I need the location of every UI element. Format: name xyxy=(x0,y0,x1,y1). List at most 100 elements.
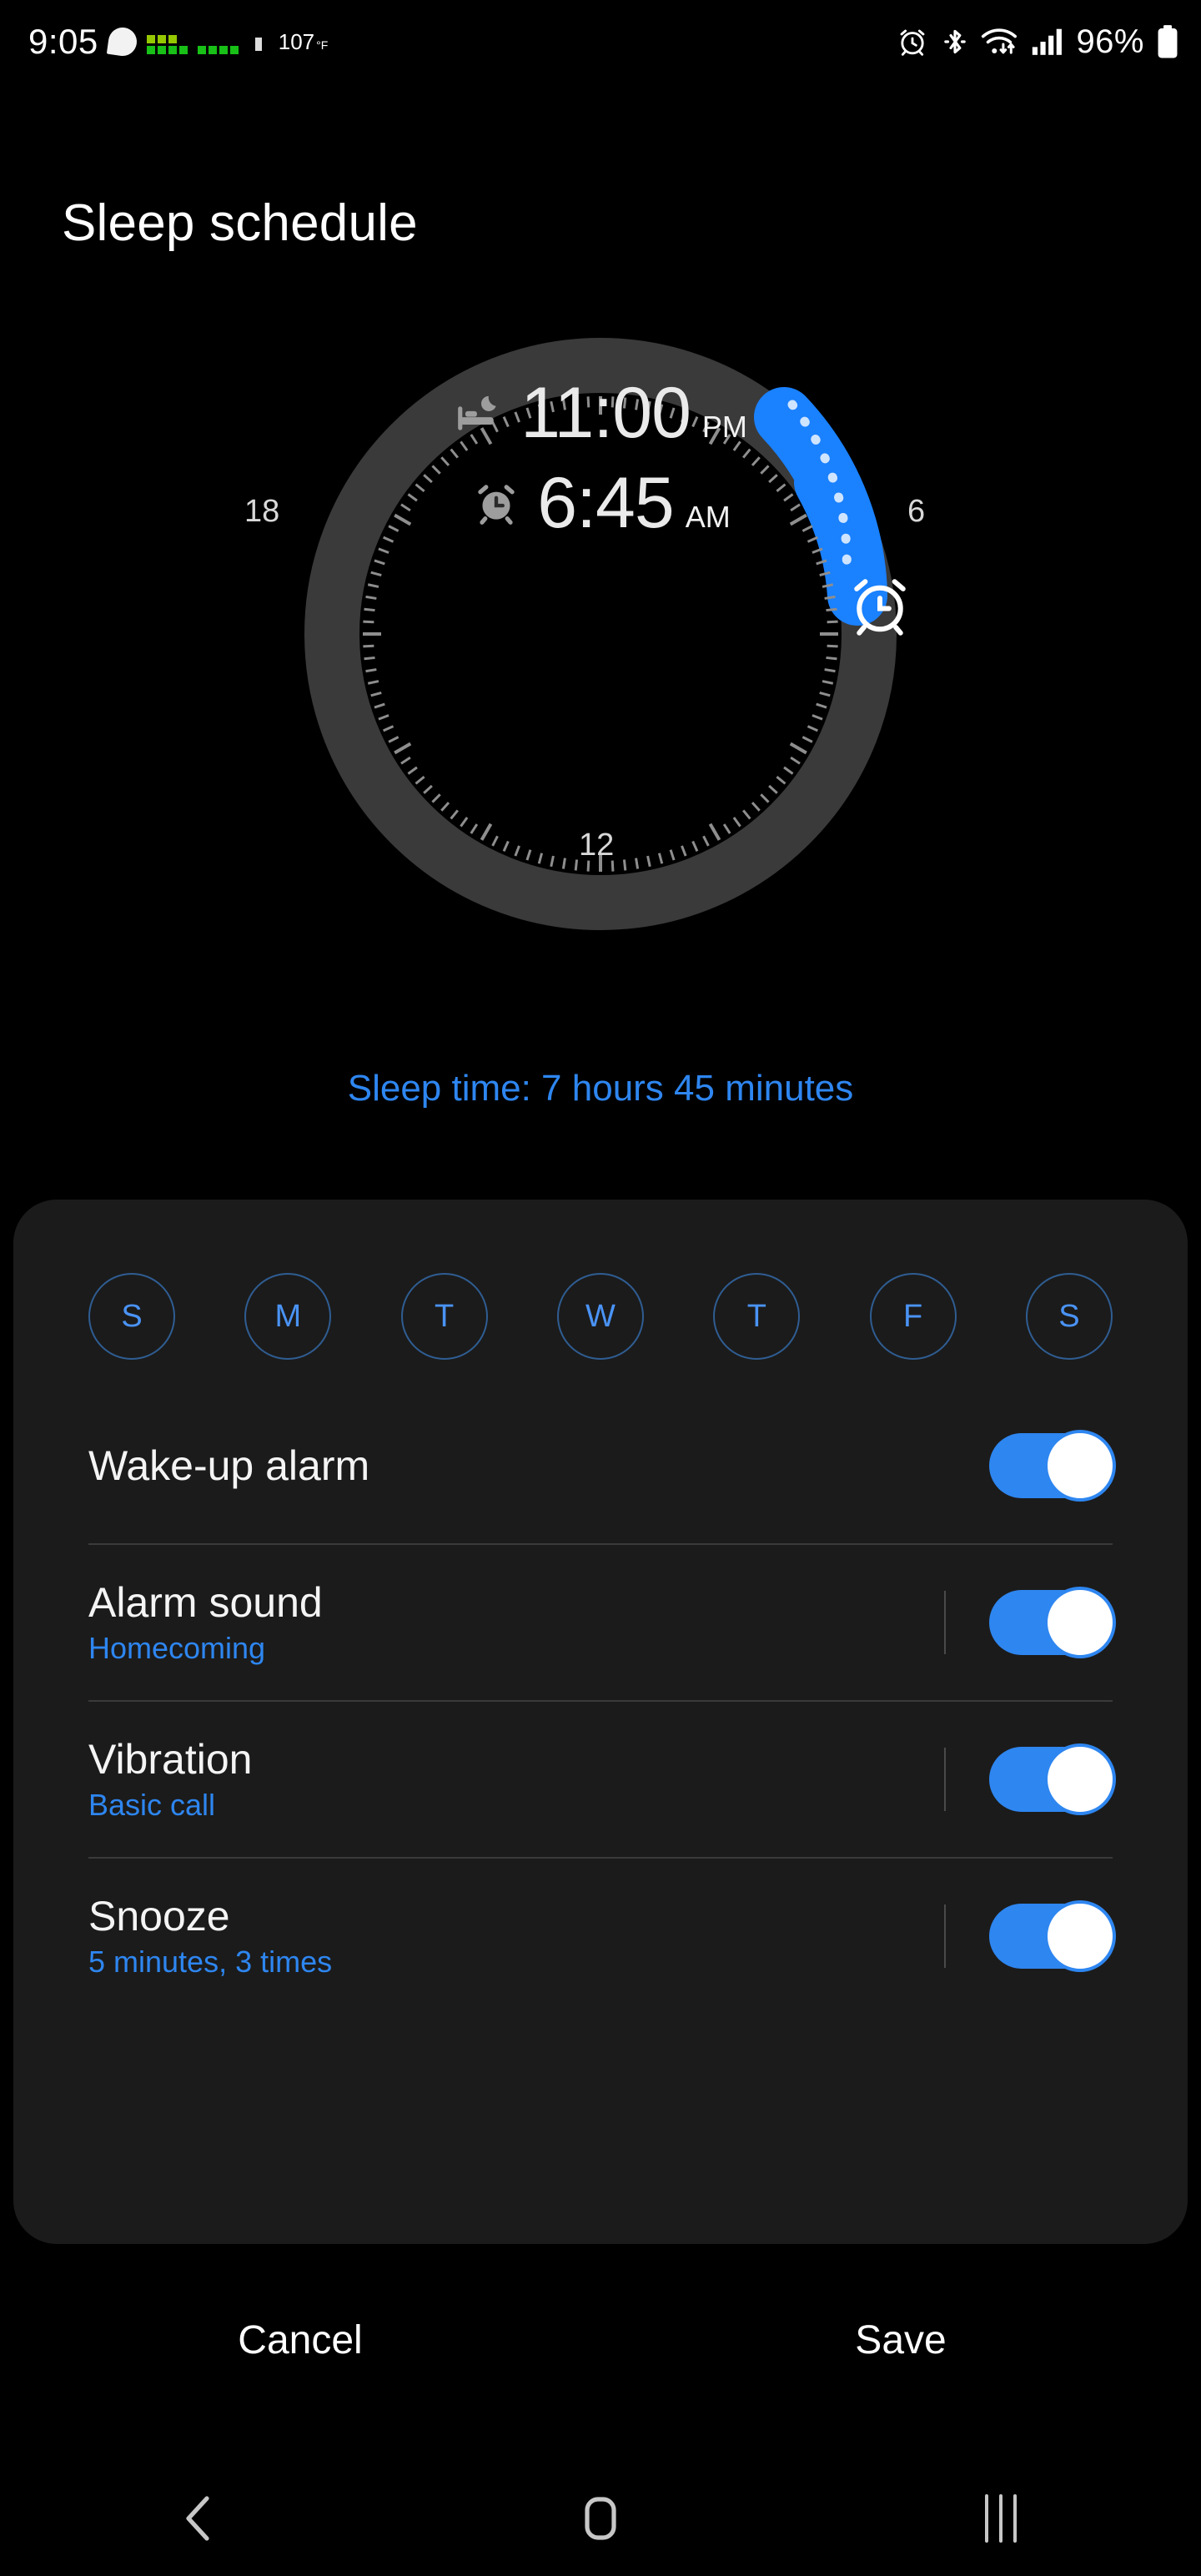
dial-tick xyxy=(827,620,838,624)
dial-tick xyxy=(742,809,751,820)
waketime-meridiem: AM xyxy=(685,500,731,534)
dial-tick xyxy=(491,835,499,847)
dial-tick xyxy=(367,583,379,588)
dial-tick xyxy=(657,853,664,864)
dial-hour-label-12: 12 xyxy=(579,828,615,863)
setting-row-snooze[interactable]: Snooze 5 minutes, 3 times xyxy=(88,1859,1116,2014)
dial-tick xyxy=(646,855,651,868)
dial-tick xyxy=(365,668,377,673)
day-chip-label: F xyxy=(903,1298,923,1334)
toggle-knob xyxy=(1044,1430,1116,1502)
dial-tick xyxy=(364,656,375,661)
setting-row-texts: Alarm sound Homecoming xyxy=(88,1581,944,1664)
status-bar-left: 9:05 107 °F xyxy=(28,22,328,62)
dial-tick xyxy=(812,714,823,721)
setting-row-vertical-divider xyxy=(944,1904,946,1968)
setting-row-alarm-sound[interactable]: Alarm sound Homecoming xyxy=(88,1545,1116,1700)
alarm-clock-handle-icon[interactable] xyxy=(842,567,917,642)
waketime-row[interactable]: 6:45 AM xyxy=(470,463,731,543)
dial-tick xyxy=(537,853,544,864)
settings-list: Wake-up alarm Alarm sound Homecoming Vibrat… xyxy=(88,1388,1116,2014)
dial-tick xyxy=(819,691,831,697)
setting-row-vertical-divider xyxy=(944,1591,946,1654)
temperature-unit: °F xyxy=(316,38,329,52)
bed-moon-icon xyxy=(458,395,496,430)
bedtime-row[interactable]: 11:00 PM xyxy=(454,377,747,449)
system-navigation-bar xyxy=(0,2461,1201,2576)
dial-tick xyxy=(681,845,687,857)
dial-tick xyxy=(374,702,385,709)
day-chip-saturday[interactable]: S xyxy=(1025,1273,1113,1360)
setting-row-toggle[interactable] xyxy=(989,1430,1116,1502)
setting-row-toggle[interactable] xyxy=(989,1900,1116,1972)
dial-tick xyxy=(824,595,836,600)
dial-tick xyxy=(378,547,389,554)
message-bubble-icon xyxy=(108,28,137,56)
dial-tick xyxy=(407,766,418,775)
battery-percent: 96% xyxy=(1076,23,1144,60)
recents-bars-icon xyxy=(985,2494,1017,2543)
dial-tick xyxy=(431,793,441,803)
dial-tick xyxy=(480,823,493,841)
dial-tick xyxy=(423,784,433,794)
setting-row-toggle[interactable] xyxy=(989,1587,1116,1658)
dial-tick xyxy=(702,835,710,847)
day-chip-friday[interactable]: F xyxy=(869,1273,957,1360)
wifi-icon xyxy=(982,28,1018,54)
battery-icon xyxy=(1158,25,1178,58)
waketime-value: 6:45 xyxy=(537,463,674,543)
alarm-icon xyxy=(901,29,925,56)
dial-tick xyxy=(807,725,818,732)
sleep-schedule-dial[interactable]: 18 6 12 11:00 PM 6:45 AM xyxy=(125,317,1076,984)
dial-tick xyxy=(514,845,520,857)
schedule-settings-card: S M T W T F S Wake-up alarm Alarm sound Homecomi… xyxy=(13,1200,1188,2244)
dial-tick xyxy=(502,840,510,852)
dial-tick xyxy=(470,823,479,834)
dial-tick xyxy=(363,644,374,648)
day-chip-sunday[interactable]: S xyxy=(88,1273,175,1360)
save-button[interactable]: Save xyxy=(600,2286,1201,2394)
day-selector[interactable]: SMTWTFS xyxy=(88,1200,1113,1360)
dial-tick xyxy=(776,776,786,785)
dial-tick xyxy=(440,802,450,812)
dial-tick xyxy=(370,571,382,577)
dial-tick xyxy=(783,766,794,775)
action-bar: Cancel Save xyxy=(0,2286,1201,2394)
setting-row-toggle[interactable] xyxy=(989,1743,1116,1815)
nav-recents-button[interactable] xyxy=(801,2494,1201,2543)
dial-tick xyxy=(635,858,640,869)
dial-tick xyxy=(400,756,411,765)
dial-tick xyxy=(789,742,807,755)
day-chip-thursday[interactable]: T xyxy=(713,1273,801,1360)
day-chip-label: M xyxy=(274,1298,302,1334)
dial-tick xyxy=(450,809,459,820)
setting-row-subtitle: Homecoming xyxy=(88,1631,266,1666)
page-title: Sleep schedule xyxy=(62,194,418,252)
day-chip-label: S xyxy=(1058,1298,1080,1334)
home-square-icon xyxy=(585,2497,616,2540)
dial-tick xyxy=(574,859,579,871)
dial-tick xyxy=(722,823,731,834)
setting-row-texts: Wake-up alarm xyxy=(88,1444,944,1488)
nav-back-button[interactable] xyxy=(0,2493,400,2543)
dial-tick xyxy=(364,607,375,612)
signal-dots-icon xyxy=(146,29,188,54)
setting-row-wake-up-alarm[interactable]: Wake-up alarm xyxy=(88,1388,1116,1543)
dial-tick xyxy=(525,849,532,861)
dial-tick xyxy=(827,644,838,648)
setting-row-vibration[interactable]: Vibration Basic call xyxy=(88,1702,1116,1857)
toggle-knob xyxy=(1044,1587,1116,1658)
status-bar: 9:05 107 °F 96% xyxy=(0,0,1201,83)
dial-tick xyxy=(363,620,374,624)
dial-tick xyxy=(790,756,801,765)
toggle-knob xyxy=(1044,1743,1116,1815)
dial-tick xyxy=(388,736,399,743)
day-chip-label: S xyxy=(121,1298,143,1334)
cancel-button[interactable]: Cancel xyxy=(0,2286,600,2394)
day-chip-tuesday[interactable]: T xyxy=(400,1273,488,1360)
day-chip-wednesday[interactable]: W xyxy=(556,1273,644,1360)
day-chip-monday[interactable]: M xyxy=(244,1273,332,1360)
dial-tick xyxy=(708,823,721,841)
nav-home-button[interactable] xyxy=(400,2493,801,2543)
day-chip-label: T xyxy=(435,1298,455,1334)
